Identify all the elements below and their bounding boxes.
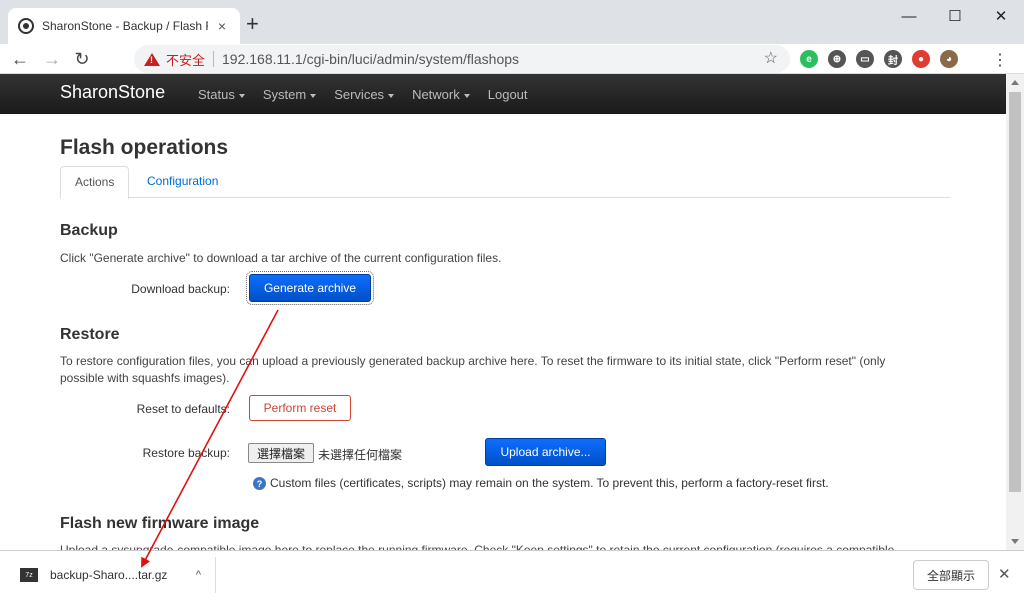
- backup-description: Click "Generate archive" to download a t…: [60, 251, 502, 265]
- tab-configuration[interactable]: Configuration: [133, 166, 232, 199]
- openwrt-favicon-icon: [18, 18, 34, 34]
- tab-title: SharonStone - Backup / Flash F: [42, 19, 208, 33]
- page-title: Flash operations: [60, 136, 229, 159]
- menu-services[interactable]: Services: [334, 87, 395, 102]
- flash-firmware-description: Upload a sysupgrade-compatible image her…: [60, 543, 895, 550]
- tab-actions[interactable]: Actions: [60, 166, 130, 199]
- menu-status[interactable]: Status: [198, 87, 245, 102]
- download-backup-label: Download backup:: [131, 282, 230, 296]
- extension-icon-3[interactable]: ▭: [856, 50, 874, 68]
- main-menu: Status System Services Network Logout: [198, 87, 528, 102]
- restore-backup-label: Restore backup:: [142, 446, 230, 460]
- evernote-extension-icon[interactable]: e: [800, 50, 818, 68]
- generate-archive-button[interactable]: Generate archive: [246, 271, 374, 305]
- security-label[interactable]: 不安全: [166, 50, 205, 69]
- caret-down-icon: [388, 93, 395, 98]
- address-bar[interactable]: 不安全 192.168.11.1/cgi-bin/luci/admin/syst…: [134, 45, 790, 73]
- help-info-icon: ?: [253, 477, 266, 490]
- flash-firmware-heading: Flash new firmware image: [60, 515, 260, 532]
- chevron-up-icon[interactable]: ^: [196, 569, 201, 581]
- extension-icons: e ⊕ ▭ 封 ● ◕: [800, 50, 958, 68]
- minimize-button[interactable]: —: [886, 4, 932, 28]
- scroll-thumb[interactable]: [1009, 92, 1021, 492]
- menu-label: Network: [412, 87, 460, 102]
- browser-menu-icon[interactable]: ⋮: [992, 50, 1008, 70]
- extension-icon-5[interactable]: ●: [912, 50, 930, 68]
- profile-avatar-icon[interactable]: ◕: [940, 50, 958, 68]
- scroll-up-arrow-icon[interactable]: [1011, 80, 1019, 85]
- page-content: Flash operations Actions Configuration B…: [0, 114, 1006, 550]
- menu-label: Status: [198, 87, 235, 102]
- menu-logout[interactable]: Logout: [488, 87, 528, 102]
- menu-label: System: [262, 87, 307, 102]
- archive-file-icon: 7z: [20, 568, 38, 582]
- download-item[interactable]: 7z backup-Sharo....tar.gz ^: [10, 557, 216, 593]
- new-tab-button[interactable]: +: [246, 12, 259, 36]
- back-arrow-icon[interactable]: ←: [8, 47, 32, 71]
- forward-arrow-icon[interactable]: →: [40, 47, 64, 71]
- browser-tab[interactable]: SharonStone - Backup / Flash F ×: [8, 8, 240, 44]
- maximize-button[interactable]: ☐: [932, 4, 978, 28]
- browser-tab-strip: SharonStone - Backup / Flash F × + — ☐ ✕: [0, 0, 1024, 44]
- backup-heading: Backup: [60, 222, 118, 239]
- page-scrollbar[interactable]: [1006, 74, 1024, 550]
- menu-label: Services: [334, 87, 385, 102]
- bookmark-star-icon[interactable]: ☆: [764, 48, 778, 68]
- reset-defaults-label: Reset to defaults:: [136, 402, 230, 416]
- restore-description: To restore configuration files, you can …: [60, 354, 886, 385]
- reload-icon[interactable]: ↻: [70, 47, 94, 71]
- restore-heading: Restore: [60, 326, 120, 343]
- browser-toolbar: ← → ↻ 不安全 192.168.11.1/cgi-bin/luci/admi…: [0, 44, 1024, 74]
- download-file-name[interactable]: backup-Sharo....tar.gz: [50, 568, 196, 582]
- no-file-chosen-text: 未選擇任何檔案: [318, 448, 403, 462]
- close-shelf-icon[interactable]: ✕: [998, 565, 1011, 583]
- menu-system[interactable]: System: [262, 87, 317, 102]
- window-controls: — ☐ ✕: [886, 4, 1024, 28]
- caret-down-icon: [463, 93, 470, 98]
- upload-archive-button[interactable]: Upload archive...: [485, 438, 606, 466]
- scroll-down-arrow-icon[interactable]: [1011, 539, 1019, 544]
- warning-triangle-icon: [144, 52, 160, 66]
- address-separator: [213, 51, 215, 67]
- restore-help-text: Custom files (certificates, scripts) may…: [270, 476, 829, 490]
- choose-file-button[interactable]: 選擇檔案: [248, 443, 314, 463]
- show-all-downloads-button[interactable]: 全部顯示: [913, 560, 989, 590]
- url-text[interactable]: 192.168.11.1/cgi-bin/luci/admin/system/f…: [222, 51, 519, 67]
- caret-down-icon: [310, 93, 317, 98]
- menu-network[interactable]: Network: [412, 87, 470, 102]
- perform-reset-button[interactable]: Perform reset: [249, 395, 351, 421]
- close-window-button[interactable]: ✕: [978, 4, 1024, 28]
- tab-close-icon[interactable]: ×: [214, 18, 230, 34]
- page-tabs: Actions Configuration: [60, 166, 950, 199]
- luci-navbar: SharonStone Status System Services Netwo…: [0, 74, 1006, 114]
- brand-link[interactable]: SharonStone: [60, 82, 165, 103]
- extension-icon-2[interactable]: ⊕: [828, 50, 846, 68]
- extension-icon-4[interactable]: 封: [884, 50, 902, 68]
- download-shelf: 7z backup-Sharo....tar.gz ^ 全部顯示 ✕: [0, 550, 1024, 598]
- caret-down-icon: [238, 93, 245, 98]
